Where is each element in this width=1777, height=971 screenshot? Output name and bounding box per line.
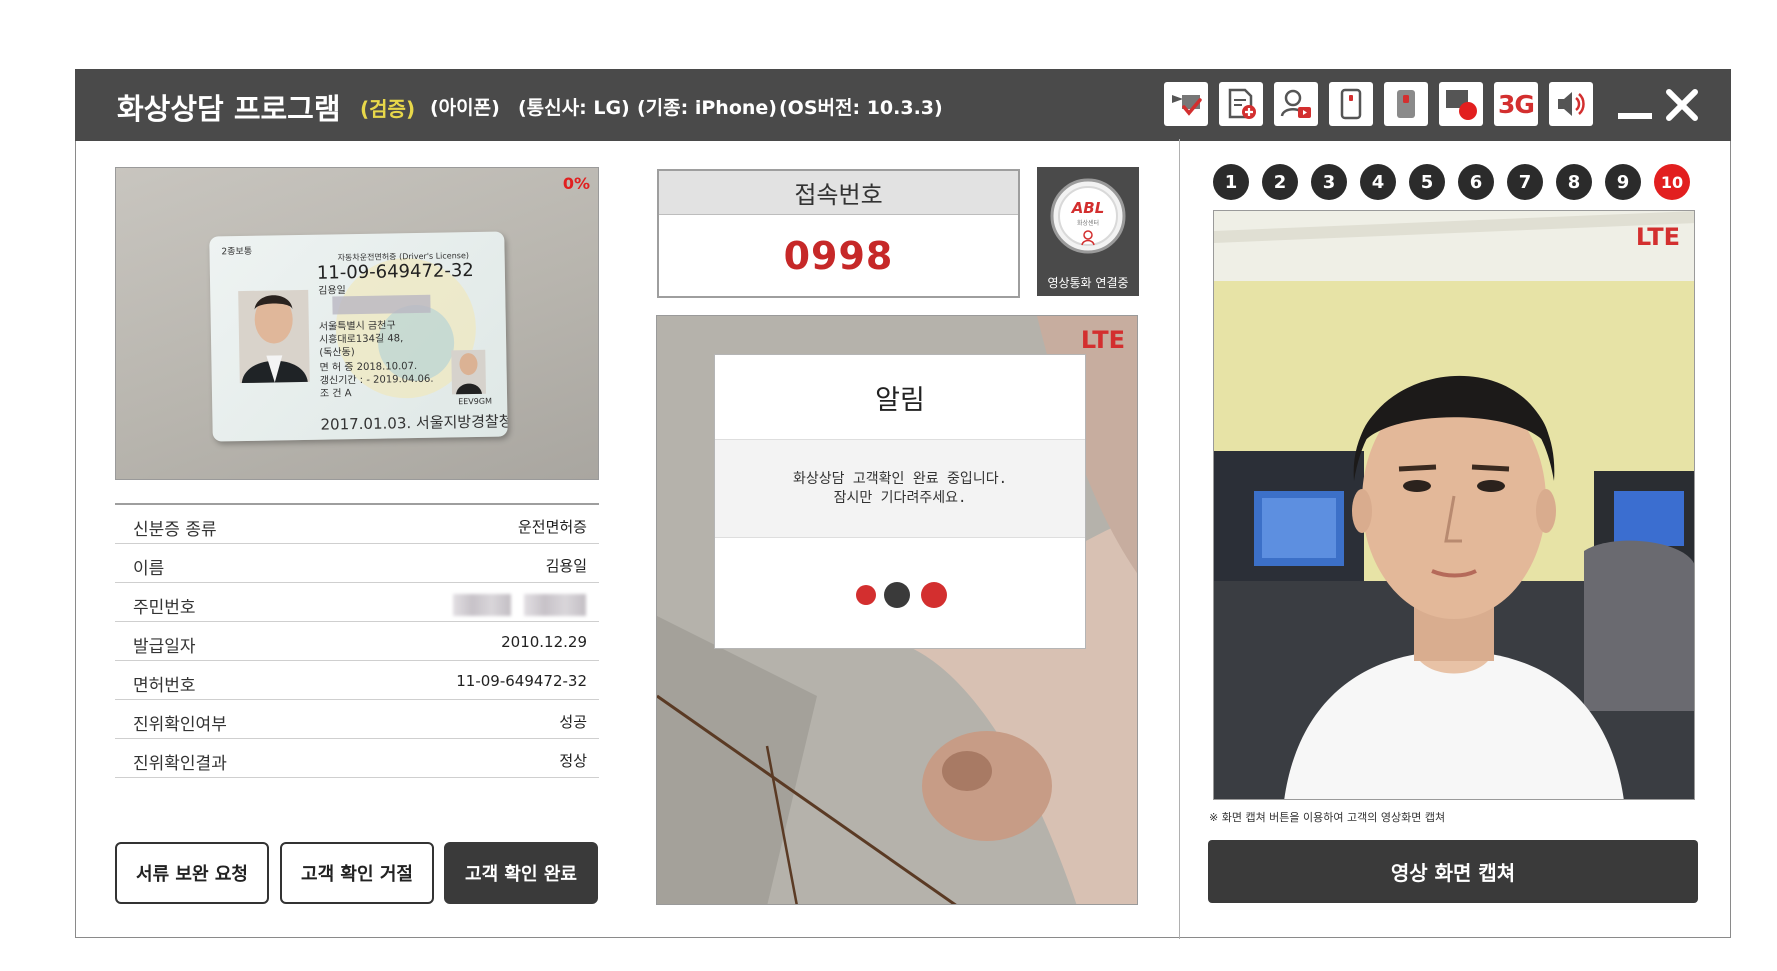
connection-number-label: 접속번호 xyxy=(659,171,1018,215)
modal-message-line2: 잠시만 기다려주세요. xyxy=(833,489,967,506)
card-address-2: 시흥대로134길 48, xyxy=(318,333,404,346)
tab-1[interactable]: 1 xyxy=(1213,164,1249,200)
table-row: 신분증 종류 운전면허증 xyxy=(115,505,599,544)
tab-6[interactable]: 6 xyxy=(1458,164,1494,200)
row-label: 진위확인결과 xyxy=(133,754,227,774)
record-button[interactable] xyxy=(1439,82,1483,126)
notice-modal: 알림 화상상담 고객확인 완료 중입니다. 잠시만 기다려주세요. xyxy=(714,354,1086,649)
verify-badge: (검증) xyxy=(360,97,416,121)
table-row: 이름 김용일 xyxy=(115,544,599,583)
id-capture-image: 0% 2종보통 자동차운전면허증 (Driver's License) 11-0… xyxy=(115,167,599,480)
modal-title: 알림 xyxy=(715,355,1085,440)
device-info: (아이폰) xyxy=(430,97,500,119)
connection-number-box: 접속번호 0998 xyxy=(657,169,1020,298)
card-address-1: 서울특별시 금천구 xyxy=(318,320,396,333)
row-value: 김용일 xyxy=(545,557,587,575)
os-info: (OS버전: 10.3.3) xyxy=(779,97,943,119)
tab-4[interactable]: 4 xyxy=(1360,164,1396,200)
front-camera-icon xyxy=(1340,88,1362,120)
capture-progress: 0% xyxy=(562,174,590,193)
call-status-text: 영상통화 연결중 xyxy=(1047,276,1129,290)
video-background xyxy=(1214,211,1694,799)
front-camera-button[interactable] xyxy=(1329,82,1373,126)
tab-9[interactable]: 9 xyxy=(1605,164,1641,200)
network-3g-button[interactable]: 3G xyxy=(1494,82,1538,126)
3g-icon: 3G xyxy=(1498,89,1535,119)
row-value: 2010.12.29 xyxy=(501,633,587,651)
verified-screen-icon xyxy=(1172,95,1202,116)
card-address-3: (독산동) xyxy=(319,347,355,359)
card-renew-2: 갱신기간 : - 2019.04.06. xyxy=(319,373,434,387)
svg-text:ABL: ABL xyxy=(1071,199,1105,217)
modal-message-line1: 화상상담 고객확인 완료 중입니다. xyxy=(792,470,1008,487)
table-row: 면허번호 11-09-649472-32 xyxy=(115,661,599,700)
masked-value xyxy=(453,594,511,616)
capture-note: ※ 화면 캡쳐 버튼을 이용하여 고객의 영상화면 캡쳐 xyxy=(1209,811,1446,824)
minimize-button[interactable] xyxy=(1618,113,1652,119)
network-status-lte: LTE xyxy=(1635,223,1680,251)
panel-divider xyxy=(1179,139,1180,939)
rear-camera-button[interactable] xyxy=(1384,82,1428,126)
customer-rear-video: LTE 알림 화상상담 고객확인 완료 중입니다. 잠시만 기다려주세요. xyxy=(656,315,1138,905)
tab-5[interactable]: 5 xyxy=(1409,164,1445,200)
table-row: 주민번호 xyxy=(115,583,599,622)
add-document-icon xyxy=(1228,88,1256,119)
close-icon[interactable] xyxy=(1662,85,1702,125)
tab-8[interactable]: 8 xyxy=(1556,164,1592,200)
network-status-lte: LTE xyxy=(1080,326,1125,354)
tab-7[interactable]: 7 xyxy=(1507,164,1543,200)
tab-10[interactable]: 10 xyxy=(1654,164,1690,200)
table-row: 진위확인결과 정상 xyxy=(115,739,599,778)
card-issuer: 2017.01.03. 서울지방경찰청장 xyxy=(320,412,508,434)
card-renew-3: 조 건 A xyxy=(319,388,352,400)
row-value: 11-09-649472-32 xyxy=(456,672,587,690)
row-label: 발급일자 xyxy=(133,637,196,657)
modal-message: 화상상담 고객확인 완료 중입니다. 잠시만 기다려주세요. xyxy=(715,440,1085,538)
row-value: 운전면허증 xyxy=(517,518,587,536)
record-icon xyxy=(1446,90,1477,120)
license-type: 2종보통 xyxy=(221,246,253,258)
row-label: 신분증 종류 xyxy=(133,520,217,540)
rear-camera-icon xyxy=(1397,90,1415,118)
id-card: 2종보통 자동차운전면허증 (Driver's License) 11-09-6… xyxy=(209,231,508,442)
video-capture-button[interactable]: 영상 화면 캡쳐 xyxy=(1208,840,1698,903)
abl-logo-icon: ABL 화상센터 xyxy=(1050,178,1126,254)
table-row: 발급일자 2010.12.29 xyxy=(115,622,599,661)
customer-face-video: LTE xyxy=(1213,210,1695,800)
tab-3[interactable]: 3 xyxy=(1311,164,1347,200)
row-value: 성공 xyxy=(559,713,587,731)
session-tabs: 1 2 3 4 5 6 7 8 9 10 xyxy=(1213,164,1693,202)
call-status-box: ABL 화상센터 영상통화 연결중 xyxy=(1037,167,1139,296)
tab-2[interactable]: 2 xyxy=(1262,164,1298,200)
loading-spinner-icon xyxy=(856,582,947,608)
app-title: 화상상담 프로그램 xyxy=(117,92,341,126)
verified-screen-button[interactable] xyxy=(1164,82,1208,126)
card-name: 김용일 xyxy=(318,285,346,297)
speaker-icon xyxy=(1558,92,1585,116)
svg-text:화상센터: 화상센터 xyxy=(1077,219,1099,227)
model-info: (기종: iPhone) xyxy=(637,97,777,119)
row-label: 주민번호 xyxy=(133,598,196,618)
masked-value xyxy=(524,594,586,616)
reject-customer-button[interactable]: 고객 확인 거절 xyxy=(280,842,434,904)
connection-number: 0998 xyxy=(783,233,894,278)
row-label: 이름 xyxy=(133,559,165,579)
card-code: EEV9GM xyxy=(458,396,493,407)
id-info-table: 신분증 종류 운전면허증 이름 김용일 주민번호 발급일자 2010.12.29… xyxy=(115,503,599,778)
confirm-customer-button[interactable]: 고객 확인 완료 xyxy=(444,842,598,904)
add-document-button[interactable] xyxy=(1219,82,1263,126)
table-row: 진위확인여부 성공 xyxy=(115,700,599,739)
speaker-button[interactable] xyxy=(1549,82,1593,126)
row-label: 진위확인여부 xyxy=(133,715,227,735)
user-video-icon xyxy=(1280,89,1311,118)
row-value: 정상 xyxy=(559,752,587,770)
license-number: 11-09-649472-32 xyxy=(316,259,474,284)
user-video-button[interactable] xyxy=(1274,82,1318,126)
title-bar: 화상상담 프로그램 (검증) (아이폰) (통신사: LG) (기종: iPho… xyxy=(75,69,1731,141)
supplement-request-button[interactable]: 서류 보완 요청 xyxy=(115,842,269,904)
row-label: 면허번호 xyxy=(133,676,196,696)
carrier-info: (통신사: LG) xyxy=(518,97,630,119)
